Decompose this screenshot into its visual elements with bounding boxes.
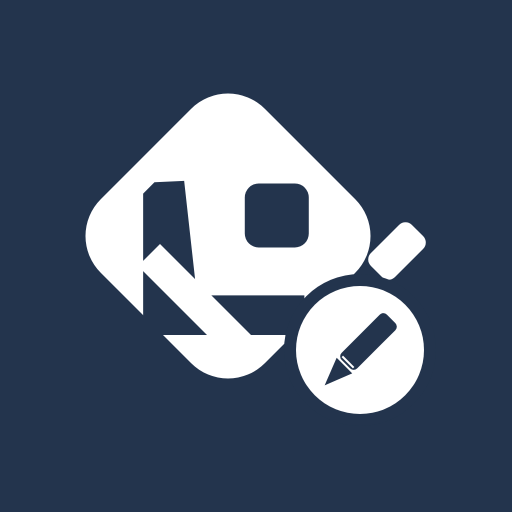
pencil-badge-icon: [284, 274, 436, 426]
app-icon-svg: [0, 0, 512, 512]
app-icon-canvas: [0, 0, 512, 512]
